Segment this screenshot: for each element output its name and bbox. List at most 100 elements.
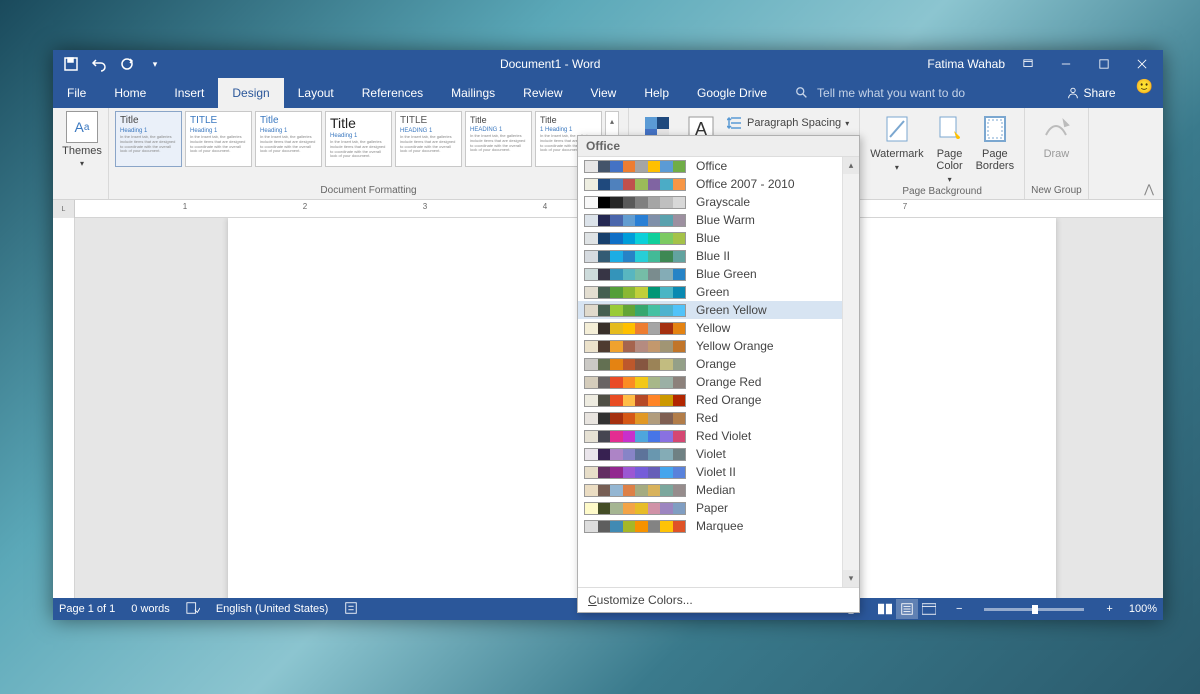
tab-review[interactable]: Review bbox=[509, 78, 576, 108]
chevron-down-icon: ▾ bbox=[895, 163, 899, 172]
zoom-out-icon[interactable]: − bbox=[956, 603, 962, 615]
tab-design[interactable]: Design bbox=[218, 78, 283, 108]
color-scheme-row[interactable]: Orange Red bbox=[578, 373, 859, 391]
tab-home[interactable]: Home bbox=[100, 78, 160, 108]
tab-file[interactable]: File bbox=[53, 78, 100, 108]
color-scheme-row[interactable]: Marquee bbox=[578, 517, 859, 535]
page-borders-button[interactable]: PageBorders bbox=[972, 111, 1019, 186]
chevron-down-icon: ▾ bbox=[948, 175, 952, 184]
color-scheme-row[interactable]: Blue Green bbox=[578, 265, 859, 283]
colors-scrollbar[interactable]: ▴▾ bbox=[842, 157, 859, 587]
undo-icon[interactable] bbox=[91, 56, 107, 72]
watermark-button[interactable]: Watermark ▾ bbox=[866, 111, 927, 186]
swatch-bar bbox=[584, 520, 686, 533]
themes-button[interactable]: Aa Themes ▾ bbox=[59, 111, 105, 168]
color-scheme-name: Blue Warm bbox=[696, 213, 755, 227]
page-color-button[interactable]: PageColor ▾ bbox=[928, 111, 972, 186]
customize-colors-button[interactable]: Customize Colors... bbox=[578, 587, 859, 612]
swatch-bar bbox=[584, 376, 686, 389]
zoom-level[interactable]: 100% bbox=[1129, 603, 1157, 615]
quick-access-toolbar: ▾ bbox=[53, 56, 173, 72]
minimize-button[interactable] bbox=[1051, 53, 1081, 75]
swatch-bar bbox=[584, 178, 686, 191]
tell-me-input[interactable]: Tell me what you want to do bbox=[817, 86, 965, 100]
qat-dropdown-icon[interactable]: ▾ bbox=[147, 56, 163, 72]
colors-dropdown: Office Office Office 2007 - 2010 Grayscale… bbox=[577, 135, 860, 613]
tab-references[interactable]: References bbox=[348, 78, 437, 108]
tab-layout[interactable]: Layout bbox=[284, 78, 348, 108]
color-scheme-row[interactable]: Office bbox=[578, 157, 859, 175]
scroll-up-icon[interactable]: ▴ bbox=[843, 157, 859, 174]
color-scheme-row[interactable]: Violet II bbox=[578, 463, 859, 481]
color-scheme-name: Orange Red bbox=[696, 375, 761, 389]
group-document-formatting: TitleHeading 1In the Insert tab, the gal… bbox=[109, 108, 629, 199]
style-gallery[interactable]: TitleHeading 1In the Insert tab, the gal… bbox=[115, 111, 622, 167]
search-icon bbox=[795, 86, 809, 100]
color-scheme-row[interactable]: Blue Warm bbox=[578, 211, 859, 229]
color-scheme-row[interactable]: Median bbox=[578, 481, 859, 499]
print-layout-icon[interactable] bbox=[896, 599, 918, 619]
vertical-ruler[interactable] bbox=[53, 218, 75, 598]
color-scheme-row[interactable]: Paper bbox=[578, 499, 859, 517]
swatch-bar bbox=[584, 322, 686, 335]
colors-dropdown-header: Office bbox=[578, 136, 859, 157]
page-color-icon bbox=[934, 113, 966, 145]
style-thumb[interactable]: TitleHeading 1In the Insert tab, the gal… bbox=[325, 111, 392, 167]
group-themes: Aa Themes ▾ bbox=[53, 108, 109, 199]
read-mode-icon[interactable] bbox=[874, 599, 896, 619]
color-scheme-row[interactable]: Red bbox=[578, 409, 859, 427]
maximize-button[interactable] bbox=[1089, 53, 1119, 75]
draw-button[interactable]: Draw bbox=[1031, 111, 1082, 162]
color-scheme-row[interactable]: Grayscale bbox=[578, 193, 859, 211]
color-scheme-row[interactable]: Yellow Orange bbox=[578, 337, 859, 355]
zoom-slider[interactable] bbox=[984, 608, 1084, 611]
scroll-down-icon[interactable]: ▾ bbox=[843, 570, 859, 587]
spellcheck-icon[interactable] bbox=[186, 601, 200, 618]
status-page[interactable]: Page 1 of 1 bbox=[59, 603, 115, 615]
color-scheme-name: Paper bbox=[696, 501, 728, 515]
swatch-bar bbox=[584, 250, 686, 263]
zoom-in-icon[interactable]: + bbox=[1106, 603, 1112, 615]
paragraph-spacing-button[interactable]: Paragraph Spacing▾ bbox=[723, 113, 853, 133]
style-thumb[interactable]: TitleHeading 1In the Insert tab, the gal… bbox=[115, 111, 182, 167]
color-scheme-row[interactable]: Green bbox=[578, 283, 859, 301]
color-scheme-name: Office 2007 - 2010 bbox=[696, 177, 795, 191]
swatch-bar bbox=[584, 502, 686, 515]
status-language[interactable]: English (United States) bbox=[216, 603, 329, 615]
color-scheme-row[interactable]: Office 2007 - 2010 bbox=[578, 175, 859, 193]
web-layout-icon[interactable] bbox=[918, 599, 940, 619]
color-scheme-name: Office bbox=[696, 159, 727, 173]
status-words[interactable]: 0 words bbox=[131, 603, 170, 615]
window-title: Document1 - Word bbox=[173, 57, 927, 71]
redo-icon[interactable] bbox=[119, 56, 135, 72]
color-scheme-row[interactable]: Blue II bbox=[578, 247, 859, 265]
chevron-down-icon: ▾ bbox=[80, 159, 84, 168]
color-scheme-row[interactable]: Yellow bbox=[578, 319, 859, 337]
style-thumb[interactable]: TitleHEADING 1In the Insert tab, the gal… bbox=[465, 111, 532, 167]
color-scheme-row[interactable]: Orange bbox=[578, 355, 859, 373]
tab-insert[interactable]: Insert bbox=[160, 78, 218, 108]
color-scheme-row[interactable]: Violet bbox=[578, 445, 859, 463]
accessibility-icon[interactable] bbox=[344, 601, 358, 618]
style-thumb[interactable]: TITLEHEADING 1In the Insert tab, the gal… bbox=[395, 111, 462, 167]
tab-mailings[interactable]: Mailings bbox=[437, 78, 509, 108]
style-thumb[interactable]: TITLEHeading 1In the Insert tab, the gal… bbox=[185, 111, 252, 167]
tab-google-drive[interactable]: Google Drive bbox=[683, 78, 781, 108]
color-scheme-row[interactable]: Red Orange bbox=[578, 391, 859, 409]
ribbon-display-icon[interactable] bbox=[1013, 53, 1043, 75]
group-new: Draw New Group bbox=[1025, 108, 1089, 199]
swatch-bar bbox=[584, 484, 686, 497]
color-scheme-row[interactable]: Blue bbox=[578, 229, 859, 247]
tab-view[interactable]: View bbox=[577, 78, 631, 108]
feedback-icon[interactable]: 🙂 bbox=[1136, 78, 1153, 108]
color-scheme-name: Green Yellow bbox=[696, 303, 767, 317]
save-icon[interactable] bbox=[63, 56, 79, 72]
tab-help[interactable]: Help bbox=[630, 78, 683, 108]
style-thumb[interactable]: TitleHeading 1In the Insert tab, the gal… bbox=[255, 111, 322, 167]
ribbon-collapse-icon[interactable]: ⋀ bbox=[1141, 181, 1157, 197]
color-scheme-row[interactable]: Green Yellow bbox=[578, 301, 859, 319]
swatch-bar bbox=[584, 196, 686, 209]
share-button[interactable]: Share bbox=[1056, 78, 1126, 108]
close-button[interactable] bbox=[1127, 53, 1157, 75]
color-scheme-row[interactable]: Red Violet bbox=[578, 427, 859, 445]
